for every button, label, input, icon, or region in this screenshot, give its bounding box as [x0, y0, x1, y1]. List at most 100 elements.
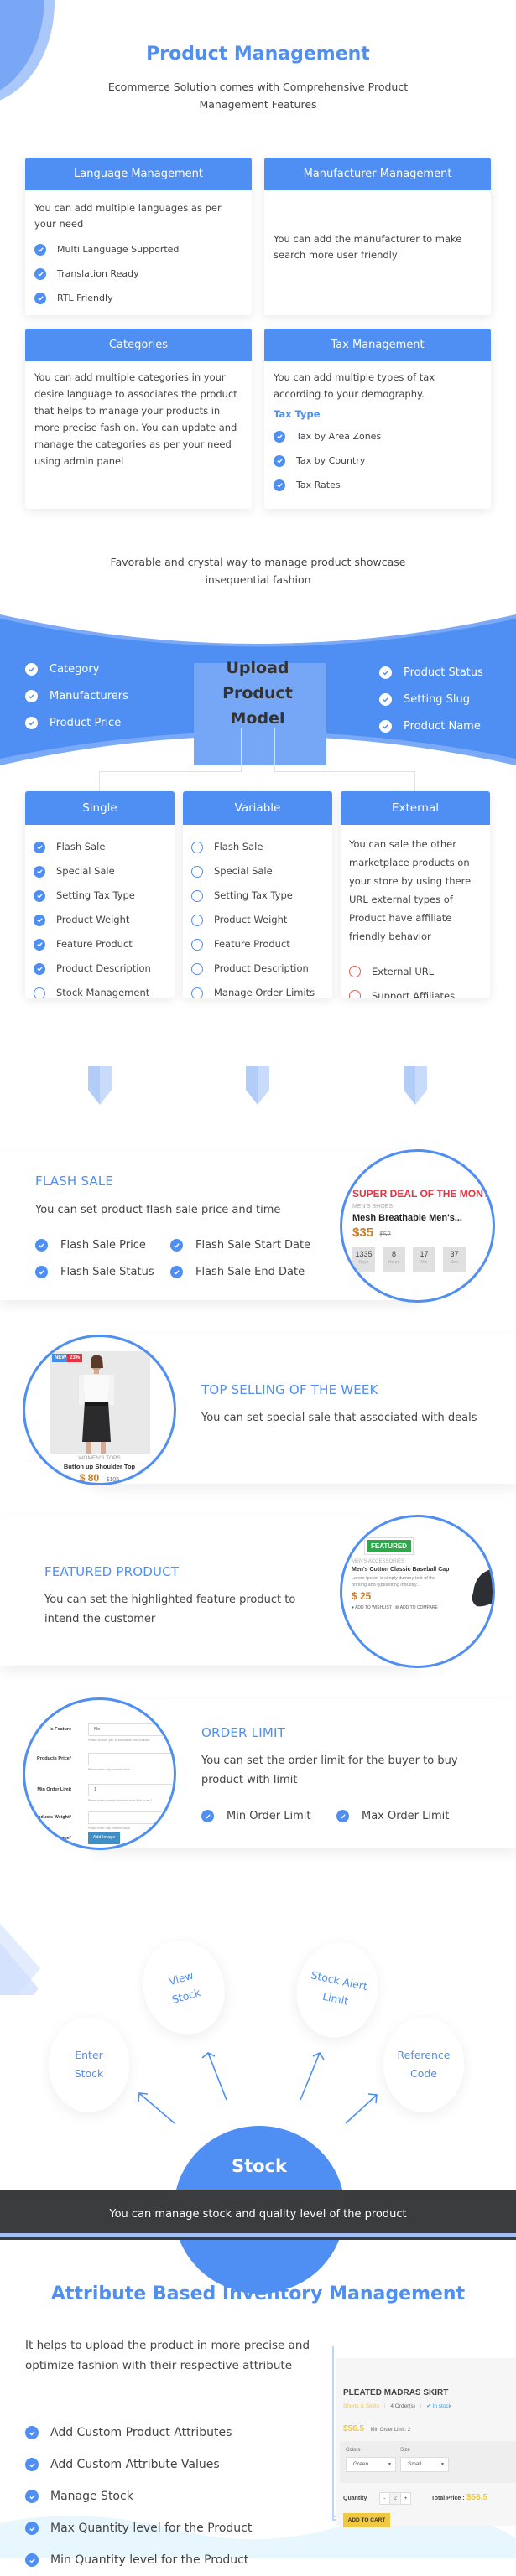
input-value: 1 [94, 1787, 97, 1792]
title-line: Product [222, 684, 293, 702]
colors-label: Colors [346, 2448, 361, 2453]
item-label: Flash Sale End Date [195, 1266, 305, 1278]
minus-button[interactable]: - [380, 2493, 390, 2504]
upload-model-right-list: Product Status Setting Slug Product Name [379, 659, 483, 739]
size-select[interactable]: Small ▼ [400, 2457, 449, 2472]
item-label: Product Price [50, 716, 122, 729]
arrow-down-icon [88, 1066, 112, 1105]
colors-select[interactable]: Green ▼ [346, 2457, 396, 2472]
stock-arrows [138, 2051, 378, 2124]
card-language-management: Language Management You can add multiple… [25, 158, 252, 315]
check-icon [34, 962, 45, 975]
item-label: Max Quantity level for the Product [50, 2522, 253, 2535]
check-icon [35, 1239, 48, 1252]
item-label: Feature Product [214, 938, 290, 950]
select-value: Small [408, 2461, 422, 2467]
attribute-selectors: Colors Green ▼ Size Small ▼ [340, 2441, 516, 2483]
card-variable: Variable Flash Sale Special Sale Setting T… [183, 791, 332, 998]
product-name: Men's Cotton Classic Baseball Cap [352, 1567, 450, 1573]
quantity-stepper[interactable]: - 2 + [379, 2492, 411, 2505]
product-detail-preview: PLEATED MADRAS SKIRT Shorts & Skirts | 4… [336, 2358, 516, 2527]
countdown-box: 8 Hours [383, 1247, 405, 1272]
item-label: Multi Language Supported [57, 244, 180, 255]
arrow-icon [138, 2092, 175, 2124]
item-label: Manufacturers [50, 689, 128, 702]
form-input[interactable] [88, 1811, 174, 1824]
plus-button[interactable]: + [400, 2493, 410, 2504]
form-input[interactable]: No [88, 1723, 174, 1736]
add-to-cart-button[interactable]: ADD TO CART [343, 2513, 390, 2527]
check-icon [25, 689, 38, 702]
item-label: RTL Friendly [57, 293, 113, 303]
item-label: Special Sale [214, 865, 273, 877]
list-item: Max Quantity level for the Product [25, 2512, 252, 2544]
check-icon [34, 841, 45, 853]
single-feature-list: Flash Sale Special Sale Setting Tax Type Pr… [34, 835, 166, 998]
list-item: Tax by Country [274, 448, 482, 473]
product-category-link[interactable]: Shorts & Skirts [343, 2403, 379, 2409]
card-text: You can sale the other marketplace produ… [349, 838, 472, 942]
arrow-icon [300, 2051, 325, 2101]
product-category: MEN'S ACCESSORIES [352, 1559, 405, 1564]
connector-line [99, 771, 242, 772]
list-item: Setting Tax Type [191, 884, 324, 908]
order-limit-title: ORDER LIMIT [201, 1725, 285, 1740]
decorative-diamond [0, 1923, 40, 1995]
wishlist-link[interactable]: ADD TO WISHLIST [355, 1605, 392, 1610]
card-text: You can add the manufacturer to make sea… [274, 233, 462, 261]
form-label: Min Order Limit [37, 1787, 71, 1792]
check-icon [274, 430, 285, 443]
hub-line: Stock [231, 2156, 287, 2176]
item-label: Support Affiliates [372, 989, 456, 998]
arrow-icon [345, 2093, 378, 2124]
check-icon [34, 889, 45, 902]
title-line: Upload [226, 659, 289, 677]
form-input[interactable]: 1 [88, 1784, 174, 1796]
arrow-down-icon [246, 1066, 269, 1105]
circle-icon [191, 914, 203, 926]
list-item: Manage Stock [25, 2480, 252, 2512]
product-name: Mesh Breathable Men's... [352, 1213, 462, 1223]
add-image-button[interactable]: Add Image [88, 1832, 120, 1844]
countdown-box: 37 Sec [443, 1247, 466, 1272]
check-icon [34, 267, 46, 280]
attribute-title: Attribute Based Inventory Management [50, 2283, 466, 2304]
card-tax-management: Tax Management You can add multiple type… [264, 329, 491, 509]
page-subtitle: Ecommerce Solution comes with Comprehens… [107, 80, 409, 111]
quantity-value[interactable]: 2 [390, 2493, 400, 2504]
list-item: Min Quantity level for the Product [25, 2544, 252, 2576]
circle-icon [349, 965, 361, 977]
item-label: Product Weight [56, 914, 130, 925]
card-title: Single [25, 791, 175, 825]
list-item: Product Status [379, 659, 483, 686]
list-item: Tax Rates [274, 473, 482, 497]
product-category: WOMEN'S TOPS [78, 1455, 121, 1461]
item-label: Flash Sale Status [60, 1266, 154, 1278]
form-input[interactable] [88, 1753, 174, 1765]
compare-icon: ▥ [394, 1605, 399, 1610]
compare-link[interactable]: ADD TO COMPARE [400, 1605, 438, 1610]
list-item: Flash Sale Price [35, 1239, 146, 1252]
card-title: Variable [183, 791, 332, 825]
check-icon [25, 662, 38, 676]
size-label: Size [400, 2448, 410, 2453]
list-item: Feature Product [34, 932, 166, 956]
check-icon [274, 454, 285, 467]
input-value: No [94, 1727, 101, 1732]
check-icon: ✔ [426, 2403, 431, 2409]
item-label: Category [50, 662, 100, 676]
product-price: $56.5 [343, 2424, 365, 2433]
new-badge: NEW [52, 1354, 69, 1362]
form-help: Please enter only numeric value. [88, 1827, 131, 1830]
countdown-unit: Hours [388, 1260, 400, 1265]
flash-sale-preview: SUPER DEAL OF THE MONTH MEN'S SHOES Mesh… [340, 1149, 495, 1303]
list-item: Product Description [191, 956, 324, 981]
model-photo [79, 1355, 114, 1454]
bubble-stock-alert-limit: Stock Alert Limit [288, 1935, 387, 2045]
item-label: Add Custom Attribute Values [50, 2458, 220, 2471]
countdown-box: 17 Min [413, 1247, 435, 1272]
featured-badge: FEATURED [365, 1538, 413, 1554]
list-item: Product Name [379, 713, 483, 739]
order-limit-preview: Is Feature No Please choose 'yes' to set f… [23, 1697, 176, 1850]
check-icon [34, 243, 46, 256]
